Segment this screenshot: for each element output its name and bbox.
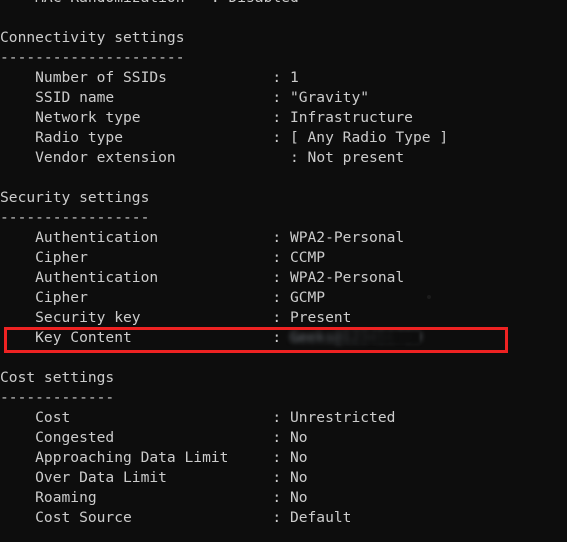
row-value: "Gravity" xyxy=(289,89,370,106)
console-output: MAC Randomization : Disabled Connectivit… xyxy=(0,0,567,528)
section-rule-1: ----------------- xyxy=(0,208,567,228)
row-label: Roaming xyxy=(0,489,273,506)
row-label: Over Data Limit xyxy=(0,469,273,486)
row-separator: : xyxy=(272,249,290,266)
section-title-2: Cost settings xyxy=(0,368,567,388)
row-label: Authentication xyxy=(0,269,273,286)
section-rule-0: --------------------- xyxy=(0,48,567,68)
row-value: WPA2-Personal xyxy=(289,269,405,286)
row-separator: : xyxy=(272,509,290,526)
row-value: [ Any Radio Type ] xyxy=(289,129,449,146)
row-label: Cipher xyxy=(0,289,273,306)
row-value: Present xyxy=(289,309,352,326)
row-2-0: Cost : Unrestricted xyxy=(0,408,567,428)
row-value: Default xyxy=(289,509,352,526)
section-title-1: Security settings xyxy=(0,188,567,208)
row-1-3: Cipher : GCMP xyxy=(0,288,567,308)
row-separator: : xyxy=(272,129,290,146)
section-rule-text: ------------- xyxy=(0,389,115,406)
row-label: Congested xyxy=(0,429,273,446)
row-value: Infrastructure xyxy=(289,109,413,126)
section-title-text: Security settings xyxy=(0,189,150,206)
row-value: GCMP xyxy=(289,289,326,306)
screen-artifact-speck xyxy=(427,295,431,299)
row-separator: : xyxy=(272,449,290,466)
row-separator: : xyxy=(211,0,229,6)
row-label: Security key xyxy=(0,309,273,326)
row-1-0: Authentication : WPA2-Personal xyxy=(0,228,567,248)
row-value: Geeks@123456789 xyxy=(289,329,422,346)
redacted-key-value: Geeks@123456789 xyxy=(287,328,422,348)
row-separator: : xyxy=(272,69,290,86)
row-value: No xyxy=(289,489,308,506)
row-separator: : xyxy=(272,269,290,286)
row-value: Unrestricted xyxy=(289,409,396,426)
row-1-4: Security key : Present xyxy=(0,308,567,328)
row-label: Network type xyxy=(0,109,273,126)
row-0-2: Network type : Infrastructure xyxy=(0,108,567,128)
row-2-1: Congested : No xyxy=(0,428,567,448)
row-separator: : xyxy=(272,329,290,346)
row-value: 1 xyxy=(289,69,299,86)
section-rule-2: ------------- xyxy=(0,388,567,408)
row-label: Number of SSIDs xyxy=(0,69,273,86)
row-separator: : xyxy=(272,469,290,486)
section-title-text: Cost settings xyxy=(0,369,115,386)
row-value: No xyxy=(289,469,308,486)
row-value: CCMP xyxy=(289,249,326,266)
row-label: Radio type xyxy=(0,129,273,146)
row-separator: : xyxy=(272,289,290,306)
section-title-text: Connectivity settings xyxy=(0,29,185,46)
row-separator: : xyxy=(272,89,290,106)
row-2-5: Cost Source : Default xyxy=(0,508,567,528)
row-2-4: Roaming : No xyxy=(0,488,567,508)
row-separator: : xyxy=(272,309,290,326)
row-value: No xyxy=(289,429,308,446)
terminal-console[interactable]: MAC Randomization : Disabled Connectivit… xyxy=(0,0,567,542)
row-label: Authentication xyxy=(0,229,273,246)
row-value: Disabled xyxy=(228,0,298,6)
row-label: Cost xyxy=(0,409,273,426)
row-2-2: Approaching Data Limit : No xyxy=(0,448,567,468)
row-separator: : xyxy=(272,489,290,506)
row-label: Key Content xyxy=(0,329,273,346)
row-separator: : xyxy=(289,149,308,166)
row-label: Vendor extension xyxy=(0,149,290,166)
row-key-content: Key Content : Geeks@123456789 xyxy=(0,328,567,348)
row-1-2: Authentication : WPA2-Personal xyxy=(0,268,567,288)
section-rule-text: ----------------- xyxy=(0,209,150,226)
row-0-1: SSID name : "Gravity" xyxy=(0,88,567,108)
row-separator: : xyxy=(272,109,290,126)
partial-top-row: MAC Randomization : Disabled xyxy=(0,0,567,8)
row-value: No xyxy=(289,449,308,466)
section-title-0: Connectivity settings xyxy=(0,28,567,48)
section-rule-text: --------------------- xyxy=(0,49,185,66)
row-label: Approaching Data Limit xyxy=(0,449,273,466)
row-2-3: Over Data Limit : No xyxy=(0,468,567,488)
row-label: Cipher xyxy=(0,249,273,266)
row-value: WPA2-Personal xyxy=(289,229,405,246)
row-0-3: Radio type : [ Any Radio Type ] xyxy=(0,128,567,148)
row-1-1: Cipher : CCMP xyxy=(0,248,567,268)
row-label: Cost Source xyxy=(0,509,273,526)
row-separator: : xyxy=(272,229,290,246)
row-0-4: Vendor extension : Not present xyxy=(0,148,567,168)
row-label: MAC Randomization xyxy=(0,0,211,6)
row-separator: : xyxy=(272,429,290,446)
row-value: Not present xyxy=(307,149,405,166)
row-0-0: Number of SSIDs : 1 xyxy=(0,68,567,88)
row-separator: : xyxy=(272,409,290,426)
row-label: SSID name xyxy=(0,89,273,106)
